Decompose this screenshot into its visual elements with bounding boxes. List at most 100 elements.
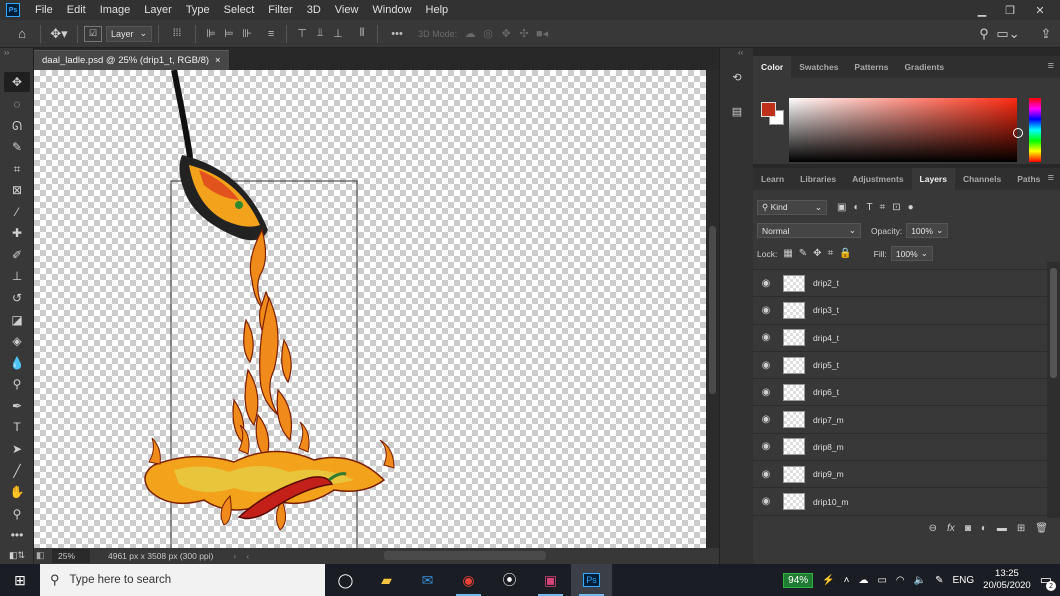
share-icon[interactable]: ⇪ — [1034, 23, 1058, 45]
hand-tool-icon[interactable]: ✋ — [4, 482, 30, 502]
menu-3d[interactable]: 3D — [300, 4, 328, 16]
smart-object-filter-icon[interactable]: ⊡ — [892, 202, 900, 213]
frame-tool-icon[interactable]: ⊠ — [4, 180, 30, 200]
align-right-icon[interactable]: ⊪ — [238, 27, 256, 40]
volume-icon[interactable]: 🔈 — [914, 575, 926, 586]
tab-patterns[interactable]: Patterns — [846, 56, 896, 78]
visibility-eye-icon[interactable]: ◉ — [753, 441, 779, 452]
layer-row[interactable]: ◉ drip9_m — [753, 461, 1047, 489]
delete-layer-icon[interactable]: 🗑 — [1035, 523, 1048, 534]
clone-stamp-tool-icon[interactable]: ⊥ — [4, 266, 30, 286]
zoom-level-field[interactable]: 25% — [52, 549, 90, 563]
shape-layer-filter-icon[interactable]: ⌗ — [880, 202, 886, 213]
menu-edit[interactable]: Edit — [60, 4, 93, 16]
language-indicator[interactable]: ENG — [952, 575, 974, 586]
visibility-eye-icon[interactable]: ◉ — [753, 414, 779, 425]
move-tool-icon[interactable]: ✥ — [4, 72, 30, 92]
more-options-icon[interactable]: ••• — [384, 28, 410, 40]
search-icon[interactable]: ⚲ — [972, 23, 996, 45]
edit-toolbar-icon[interactable]: ••• — [4, 525, 30, 545]
collapse-toolbar-icon[interactable]: ›› — [4, 48, 9, 57]
align-center-h-icon[interactable]: ⊨ — [220, 27, 238, 40]
blend-mode-dropdown[interactable]: Normal ⌄ — [757, 223, 861, 238]
restore-button[interactable]: ❐ — [996, 0, 1024, 20]
scroll-thumb[interactable] — [1050, 268, 1057, 378]
onedrive-icon[interactable]: ☁ — [858, 575, 868, 586]
add-mask-icon[interactable]: ◙ — [965, 523, 971, 534]
camera-app-icon[interactable]: ⦿ — [489, 564, 530, 596]
tab-swatches[interactable]: Swatches — [791, 56, 846, 78]
tab-layers[interactable]: Layers — [911, 168, 955, 190]
filter-kind-dropdown[interactable]: ⚲ Kind ⌄ — [757, 200, 827, 215]
visibility-eye-icon[interactable]: ◉ — [753, 305, 779, 316]
properties-panel-icon[interactable]: ▤ — [726, 100, 748, 122]
pen-tool-icon[interactable]: ✒ — [4, 396, 30, 416]
distribute-h-icon[interactable]: ≡ — [262, 28, 280, 40]
layer-row[interactable]: ◉drip11_m — [753, 516, 1047, 518]
eyedropper-tool-icon[interactable]: ⁄ — [4, 202, 30, 222]
align-middle-v-icon[interactable]: ⫫ — [311, 27, 329, 40]
type-tool-icon[interactable]: T — [4, 417, 30, 437]
lasso-tool-icon[interactable]: ᘏ — [4, 116, 30, 136]
menu-type[interactable]: Type — [179, 4, 217, 16]
app-badge-icon[interactable]: ▣ — [530, 564, 571, 596]
lock-all-icon[interactable]: 🔒 — [839, 248, 851, 259]
lock-image-icon[interactable]: ✎ — [799, 248, 807, 259]
document-tab[interactable]: daal_ladle.psd @ 25% (drip1_t, RGB/8) × — [34, 50, 229, 70]
wifi-icon[interactable]: ◠ — [896, 575, 905, 586]
type-layer-filter-icon[interactable]: T — [867, 202, 873, 213]
close-tab-icon[interactable]: × — [215, 55, 221, 66]
pixel-layer-filter-icon[interactable]: ▣ — [837, 202, 846, 213]
workspace-icon[interactable]: ▭⌄ — [996, 23, 1020, 45]
align-left-icon[interactable]: ⊫ — [202, 27, 220, 40]
history-panel-icon[interactable]: ⟲ — [726, 66, 748, 88]
pen-workspace-icon[interactable]: ✎ — [935, 575, 943, 586]
tab-learn[interactable]: Learn — [753, 168, 792, 190]
tab-paths[interactable]: Paths — [1009, 168, 1048, 190]
visibility-eye-icon[interactable]: ◉ — [753, 360, 779, 371]
minimize-button[interactable]: ▁ — [968, 0, 996, 20]
fill-field[interactable]: 100% ⌄ — [890, 246, 933, 261]
status-expand-icon[interactable]: › — [233, 551, 236, 561]
canvas-vertical-scrollbar[interactable] — [706, 70, 719, 548]
scroll-thumb[interactable] — [709, 226, 716, 394]
brush-tool-icon[interactable]: ✐ — [4, 245, 30, 265]
quick-select-tool-icon[interactable]: ✎ — [4, 137, 30, 157]
layer-row[interactable]: ◉ drip3_t — [753, 297, 1047, 325]
layer-style-icon[interactable]: fx — [947, 523, 955, 534]
layer-row[interactable]: ◉ drip5_t — [753, 352, 1047, 380]
menu-help[interactable]: Help — [419, 4, 456, 16]
menu-image[interactable]: Image — [93, 4, 138, 16]
auto-select-checkbox-icon[interactable]: ☑ — [84, 25, 102, 42]
panel-menu-icon[interactable]: ≡ — [1048, 60, 1054, 72]
layer-row[interactable]: ◉ drip7_m — [753, 406, 1047, 434]
show-hidden-icons[interactable]: ˄ — [844, 575, 850, 586]
zoom-tool-icon[interactable]: ⚲ — [4, 504, 30, 524]
task-view-icon[interactable]: ◯ — [325, 564, 366, 596]
menu-select[interactable]: Select — [217, 4, 262, 16]
move-tool-preset-icon[interactable]: ✥▾ — [47, 23, 71, 45]
menu-layer[interactable]: Layer — [137, 4, 179, 16]
battery-indicator[interactable]: 94% — [783, 572, 814, 588]
file-explorer-icon[interactable]: ▰ — [366, 564, 407, 596]
menu-window[interactable]: Window — [365, 4, 418, 16]
close-window-button[interactable]: ✕ — [1026, 0, 1054, 20]
visibility-eye-icon[interactable]: ◉ — [753, 332, 779, 343]
auto-select-target-dropdown[interactable]: Layer ⌄ — [106, 25, 153, 42]
action-center-icon[interactable]: ▭ 2 — [1040, 572, 1056, 591]
opacity-field[interactable]: 100% ⌄ — [906, 223, 949, 238]
layer-row[interactable]: ◉ drip8_m — [753, 434, 1047, 462]
layer-row[interactable]: ◉ drip4_t — [753, 325, 1047, 352]
collapse-dock-icon[interactable]: ‹‹ — [738, 48, 743, 57]
saturation-brightness-field[interactable] — [789, 98, 1023, 162]
new-adjustment-icon[interactable]: ◐ — [981, 523, 987, 534]
power-icon[interactable]: ⚡ — [822, 575, 834, 586]
status-menu-icon[interactable]: ◧ — [36, 550, 48, 562]
path-selection-tool-icon[interactable]: ➤ — [4, 439, 30, 459]
menu-filter[interactable]: Filter — [261, 4, 299, 16]
hue-slider[interactable] — [1029, 98, 1041, 162]
new-layer-icon[interactable]: ⊞ — [1017, 523, 1025, 534]
lock-position-icon[interactable]: ✥ — [813, 248, 821, 259]
visibility-eye-icon[interactable]: ◉ — [753, 278, 779, 289]
eraser-tool-icon[interactable]: ◪ — [4, 310, 30, 330]
